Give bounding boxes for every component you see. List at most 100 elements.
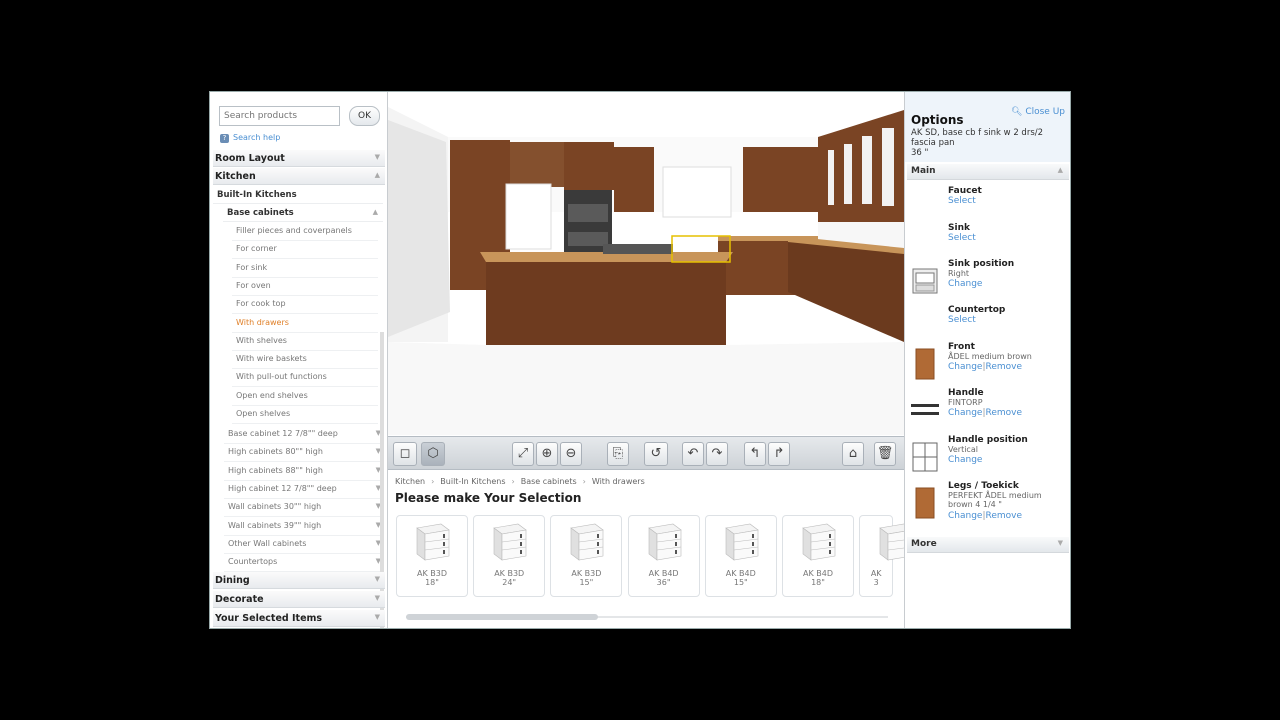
- item-description: AK SD, base cb f sink w 2 drs/2 fascia p…: [911, 128, 1067, 158]
- item-name: AK SD, base cb f sink w 2 drs/2 fascia p…: [911, 128, 1044, 148]
- category-decorate[interactable]: Decorate ▼: [213, 591, 385, 608]
- breadcrumb-item[interactable]: Built-In Kitchens: [440, 477, 505, 486]
- zoom-in-icon[interactable]: ⊕: [536, 442, 558, 466]
- product-card[interactable]: AK 3: [859, 515, 913, 597]
- zoom-out-icon[interactable]: ⊖: [560, 442, 582, 466]
- option-link[interactable]: Change: [948, 511, 982, 521]
- search-ok-button[interactable]: OK: [349, 106, 380, 126]
- sidebar-item[interactable]: With shelves: [232, 333, 378, 351]
- product-card[interactable]: AK B3D 24": [473, 515, 546, 597]
- option-name: Front: [948, 342, 975, 352]
- magnifier-icon: 🔍︎: [1011, 107, 1026, 117]
- chevron-right-icon: ›: [582, 477, 586, 486]
- product-scrollbar[interactable]: [400, 613, 892, 621]
- 3d-view-icon[interactable]: ⬡: [421, 442, 445, 466]
- product-code: AK B4D: [725, 569, 756, 578]
- sidebar-group[interactable]: High cabinets 80"" high ▼: [224, 444, 384, 463]
- scroll-thumb[interactable]: [406, 614, 598, 620]
- flip-left-icon[interactable]: ↰: [744, 442, 766, 466]
- option-link[interactable]: Select: [948, 233, 976, 243]
- close-up-link[interactable]: 🔍︎ Close Up: [1011, 107, 1065, 117]
- breadcrumb-item[interactable]: With drawers: [592, 477, 645, 486]
- breadcrumb-item[interactable]: Base cabinets: [521, 477, 577, 486]
- item-size: 36 ": [911, 148, 929, 158]
- flip-right-icon[interactable]: ↱: [768, 442, 790, 466]
- option-link[interactable]: Remove: [986, 511, 1023, 521]
- product-code: AK: [870, 569, 882, 578]
- product-size: 15": [733, 578, 748, 587]
- sidebar-item[interactable]: With pull-out functions: [232, 369, 378, 388]
- search-input[interactable]: [219, 106, 340, 126]
- cooktop: [603, 244, 673, 254]
- handle-icon: [910, 392, 940, 426]
- product-card[interactable]: AK B3D 18": [396, 515, 468, 597]
- option-link[interactable]: Change: [948, 455, 982, 465]
- category-dining[interactable]: Dining ▼: [213, 572, 385, 589]
- sidebar-group-label: Wall cabinets 39"" high: [228, 520, 322, 530]
- 2d-view-icon[interactable]: ◻: [393, 442, 417, 466]
- cabinet-thumbnail: [720, 522, 762, 562]
- product-card[interactable]: AK B4D 15": [704, 515, 777, 597]
- handle-position-icon: [910, 439, 940, 473]
- sidebar-group[interactable]: High cabinet 12 7/8"" deep ▼: [224, 481, 384, 499]
- category-room-layout[interactable]: Room Layout ▼: [213, 150, 385, 167]
- sidebar-group[interactable]: Other Wall cabinets ▼: [224, 536, 384, 554]
- chevron-up-icon: ▲: [374, 171, 380, 179]
- section-more[interactable]: More ▼: [907, 537, 1069, 553]
- option-link[interactable]: Change: [948, 362, 982, 372]
- kitchen-render[interactable]: [388, 92, 904, 435]
- option-link[interactable]: Select: [948, 196, 976, 206]
- rotate-right-icon[interactable]: ↷: [706, 442, 728, 466]
- sidebar-item[interactable]: With drawers: [232, 315, 378, 333]
- subcategory-built-in-kitchens[interactable]: Built-In Kitchens: [213, 187, 383, 204]
- sidebar-group[interactable]: Wall cabinets 39"" high ▼: [224, 518, 384, 536]
- sidebar-group[interactable]: Base cabinet 12 7/8"" deep ▼: [224, 426, 384, 444]
- zoom-fit-icon[interactable]: ⤢: [512, 442, 534, 466]
- copy-icon[interactable]: ⎘: [607, 442, 629, 466]
- glass-door: [862, 136, 872, 204]
- product-browser: Kitchen › Built-In Kitchens › Base cabinets ›…: [388, 471, 913, 628]
- chevron-right-icon: ›: [511, 477, 515, 486]
- sidebar-item[interactable]: For cook top: [232, 296, 378, 315]
- sidebar-item[interactable]: Open shelves: [232, 406, 378, 424]
- chevron-up-icon: ▲: [1057, 166, 1063, 174]
- sidebar-group[interactable]: Wall cabinets 30"" high ▼: [224, 499, 384, 518]
- category-kitchen[interactable]: Kitchen ▲: [213, 168, 385, 185]
- breadcrumb-item[interactable]: Kitchen: [395, 477, 425, 486]
- sidebar-item[interactable]: For sink: [232, 260, 378, 278]
- kitchen-planner-window: OK ? Search help Room Layout ▼ Kitchen ▲ Bu…: [209, 91, 1071, 629]
- 3d-kitchen-view[interactable]: [388, 92, 904, 435]
- category-label: Decorate: [215, 594, 264, 605]
- product-card[interactable]: AK B3D 15": [550, 515, 623, 597]
- product-size: 18": [811, 578, 825, 587]
- faucet-icon: [910, 190, 940, 224]
- section-main[interactable]: Main ▲: [907, 164, 1069, 180]
- rotate-left-icon[interactable]: ↶: [682, 442, 704, 466]
- product-card[interactable]: AK B4D 18": [782, 515, 854, 597]
- sidebar-item[interactable]: With wire baskets: [232, 351, 378, 370]
- search-help-link[interactable]: ? Search help: [220, 133, 280, 143]
- sidebar-group[interactable]: Countertops ▼: [224, 554, 384, 573]
- option-link[interactable]: Remove: [986, 408, 1023, 418]
- sidebar-item[interactable]: For corner: [232, 241, 378, 260]
- option-links: Change: [948, 279, 982, 289]
- wall-cabinet: [743, 147, 818, 212]
- sidebar-item[interactable]: For oven: [232, 278, 378, 296]
- sidebar-item[interactable]: Open end shelves: [232, 388, 378, 406]
- option-link[interactable]: Select: [948, 315, 976, 325]
- subcategory-base-cabinets[interactable]: Base cabinets ▲: [223, 205, 383, 222]
- option-link[interactable]: Change: [948, 408, 982, 418]
- product-catalog-panel: OK ? Search help Room Layout ▼ Kitchen ▲ Bu…: [210, 92, 388, 628]
- delete-icon[interactable]: 🗑: [874, 442, 896, 466]
- sidebar-group-label: Base cabinet 12 7/8"" deep: [228, 429, 338, 438]
- sidebar-group[interactable]: High cabinets 88"" high ▼: [224, 463, 384, 481]
- save-icon[interactable]: ⌂: [842, 442, 864, 466]
- sidebar-item[interactable]: Filler pieces and coverpanels: [232, 223, 378, 241]
- undo-icon[interactable]: ↺: [644, 442, 668, 466]
- category-selected-items[interactable]: Your Selected Items ▼: [213, 610, 385, 627]
- option-row: Front ÅDEL medium brown Change|Remove: [905, 342, 1069, 388]
- option-link[interactable]: Change: [948, 279, 982, 289]
- product-card[interactable]: AK B4D 36": [627, 515, 700, 597]
- cabinet-thumbnail: [643, 522, 685, 562]
- option-link[interactable]: Remove: [986, 362, 1023, 372]
